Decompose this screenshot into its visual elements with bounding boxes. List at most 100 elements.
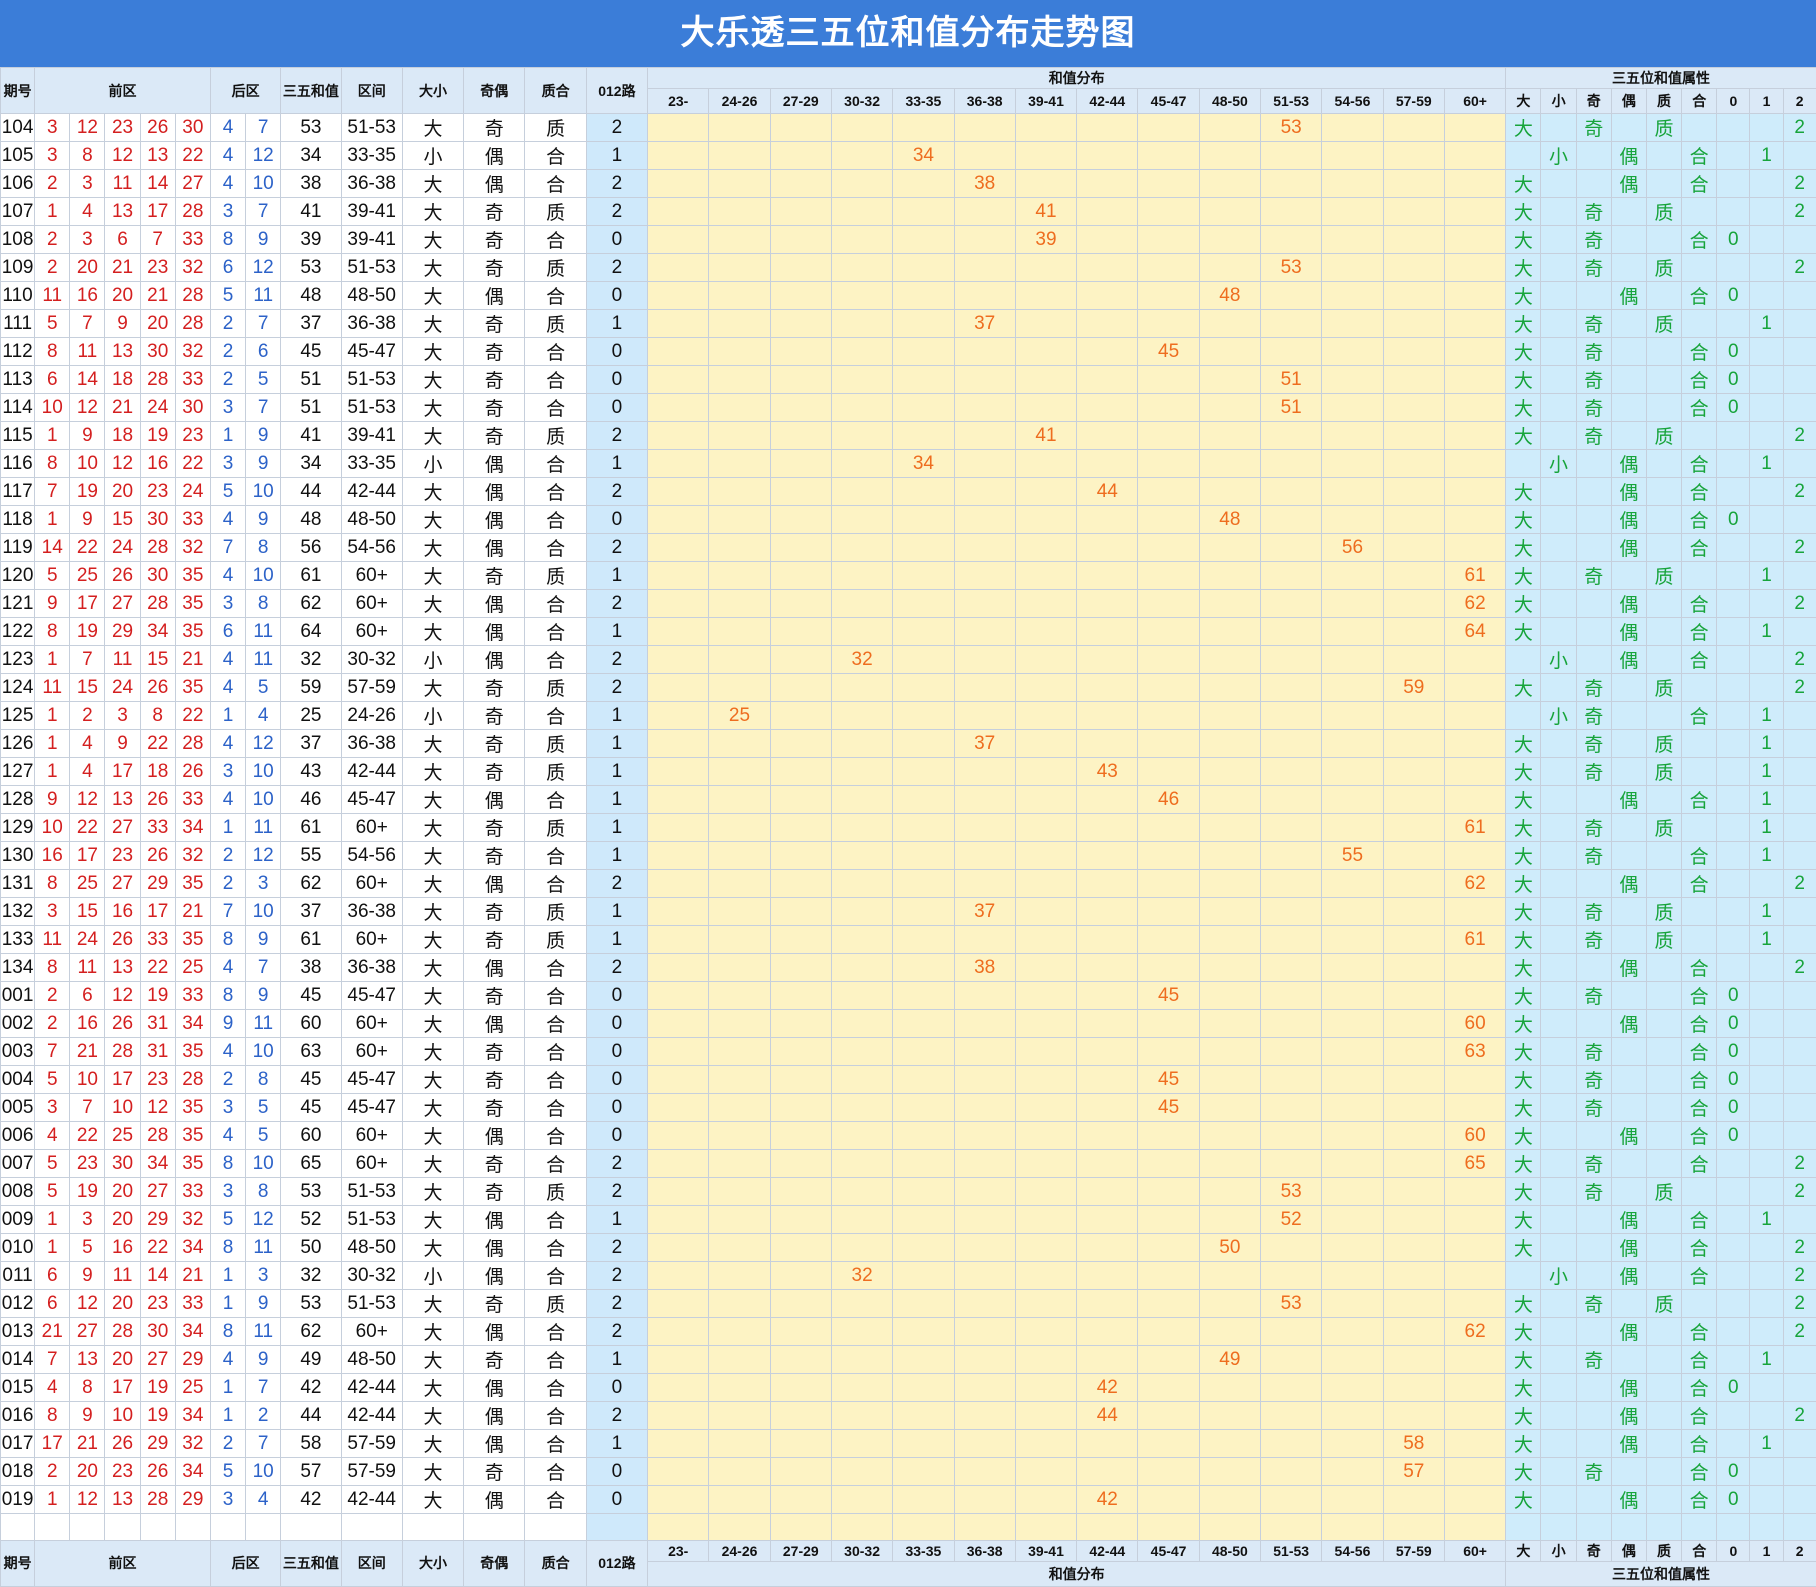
back-number-cell: 1 (210, 702, 245, 730)
blank-cell (586, 1514, 647, 1541)
blank-cell (70, 1514, 105, 1541)
front-number-cell: 26 (140, 674, 175, 702)
attr-cell (1541, 842, 1576, 870)
dist-cell (893, 870, 954, 898)
attr-cell (1576, 954, 1611, 982)
attr-mark: 合 (1682, 702, 1717, 730)
dist-cell (1199, 618, 1260, 646)
attr-cell (1541, 954, 1576, 982)
dist-col-header-5: 36-38 (954, 1540, 1015, 1561)
front-number-cell: 22 (70, 814, 105, 842)
front-number-cell: 6 (35, 1262, 70, 1290)
dist-title-header: 和值分布 (648, 68, 1506, 89)
attr-cell (1506, 702, 1541, 730)
front-number-cell: 12 (70, 394, 105, 422)
size-cell: 大 (402, 730, 463, 758)
front-number-cell: 26 (140, 786, 175, 814)
period-cell: 105 (1, 142, 35, 170)
route-cell: 0 (586, 1094, 647, 1122)
period-cell: 132 (1, 898, 35, 926)
dist-cell (1138, 1290, 1199, 1318)
front-number-cell: 17 (105, 1066, 140, 1094)
dist-cell (893, 1094, 954, 1122)
dist-cell (770, 1402, 831, 1430)
dist-cell (831, 142, 892, 170)
dist-cell (1077, 114, 1138, 142)
segment-cell: 42-44 (341, 1402, 402, 1430)
sum-header: 三五和值 (281, 68, 341, 114)
odd-even-cell: 奇 (464, 702, 525, 730)
back-number-cell: 8 (246, 534, 281, 562)
dist-cell (709, 198, 770, 226)
table-row: 01169111421133230-32小偶合232小偶合2 (1, 1262, 1816, 1290)
dist-cell (1261, 142, 1322, 170)
dist-cell (893, 506, 954, 534)
attr-cell (1682, 114, 1717, 142)
dist-cell (1015, 1430, 1076, 1458)
dist-cell (770, 786, 831, 814)
dist-cell (770, 394, 831, 422)
attr-mark: 大 (1506, 338, 1541, 366)
attr-mark: 2 (1783, 1178, 1816, 1206)
attr-cell (1783, 1066, 1816, 1094)
attr-mark: 偶 (1611, 1122, 1646, 1150)
dist-cell (1444, 1430, 1505, 1458)
sum-value-cell: 56 (281, 534, 341, 562)
period-cell: 113 (1, 366, 35, 394)
dist-cell (893, 1402, 954, 1430)
sum-value-cell: 45 (281, 982, 341, 1010)
attr-mark: 奇 (1576, 1346, 1611, 1374)
segment-cell: 45-47 (341, 786, 402, 814)
route-cell: 1 (586, 450, 647, 478)
prime-cell: 质 (525, 926, 586, 954)
prime-cell: 质 (525, 310, 586, 338)
dist-cell (1322, 478, 1383, 506)
dist-cell (770, 1066, 831, 1094)
dist-cell (648, 1374, 709, 1402)
dist-col-header-10: 51-53 (1261, 1540, 1322, 1561)
period-cell: 133 (1, 926, 35, 954)
dist-cell (1322, 1262, 1383, 1290)
attr-col-header-6: 0 (1717, 1540, 1750, 1561)
front-number-cell: 27 (175, 170, 210, 198)
attr-cell (1750, 1486, 1783, 1514)
dist-cell (1199, 254, 1260, 282)
back-number-cell: 2 (210, 870, 245, 898)
dist-cell (1077, 1458, 1138, 1486)
route-cell: 2 (586, 198, 647, 226)
sum-value-cell: 53 (281, 1178, 341, 1206)
dist-cell (1199, 1486, 1260, 1514)
blank-cell (464, 1514, 525, 1541)
attr-mark: 质 (1646, 730, 1681, 758)
dist-cell (1015, 1094, 1076, 1122)
back-number-cell: 4 (246, 1486, 281, 1514)
front-number-cell: 7 (35, 1038, 70, 1066)
segment-cell: 33-35 (341, 142, 402, 170)
dist-cell (1322, 450, 1383, 478)
back-number-cell: 11 (246, 618, 281, 646)
dist-cell (1015, 366, 1076, 394)
segment-cell: 24-26 (341, 702, 402, 730)
dist-cell (1199, 1094, 1260, 1122)
attr-mark: 奇 (1576, 1094, 1611, 1122)
dist-cell (1444, 1374, 1505, 1402)
back-number-cell: 7 (246, 1430, 281, 1458)
dist-cell (648, 1010, 709, 1038)
dist-cell (1383, 114, 1444, 142)
dist-cell (1322, 1374, 1383, 1402)
dist-cell (1015, 618, 1076, 646)
front-number-cell: 35 (175, 870, 210, 898)
dist-cell (1199, 786, 1260, 814)
attr-cell (1541, 758, 1576, 786)
back-number-cell: 11 (246, 814, 281, 842)
front-number-cell: 28 (140, 590, 175, 618)
dist-cell (1444, 842, 1505, 870)
dist-cell (770, 898, 831, 926)
prime-cell: 合 (525, 870, 586, 898)
odd-even-cell: 偶 (464, 506, 525, 534)
attr-mark: 合 (1682, 1458, 1717, 1486)
dist-cell (954, 534, 1015, 562)
dist-cell (1261, 282, 1322, 310)
size-cell: 大 (402, 758, 463, 786)
dist-cell (1322, 1486, 1383, 1514)
